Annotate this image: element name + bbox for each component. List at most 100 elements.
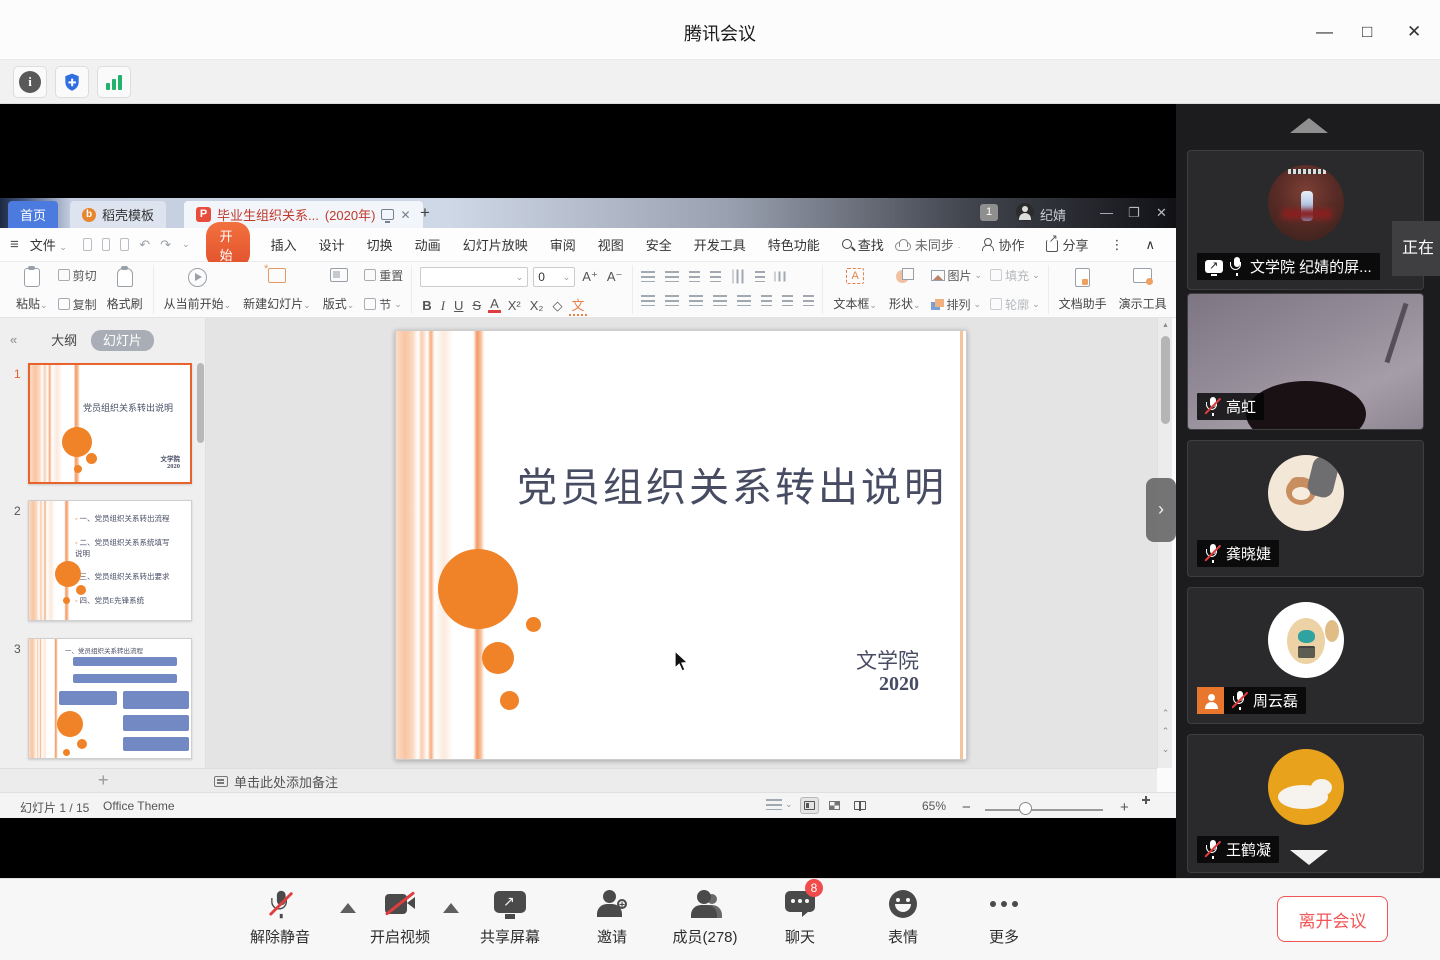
view-reading-button[interactable] (850, 797, 869, 814)
slide-thumbnail-1[interactable]: 党员组织关系转出说明 文学院 2020 (28, 363, 192, 484)
scroll-participants-up-icon[interactable] (1290, 118, 1328, 133)
zoom-level[interactable]: 65% (922, 799, 946, 813)
ribbon-tab-design[interactable]: 设计 (319, 235, 345, 254)
line-spacing-icon[interactable] (761, 295, 772, 306)
share-screen-button[interactable]: ↗ 共享屏幕 (455, 887, 565, 947)
ribbon-tab-features[interactable]: 特色功能 (768, 235, 820, 254)
distribute-icon[interactable] (737, 295, 751, 306)
align-text-icon[interactable] (775, 272, 786, 282)
leave-meeting-button[interactable]: 离开会议 (1277, 896, 1388, 942)
save-icon[interactable] (83, 238, 92, 251)
chat-button[interactable]: 8 聊天 (745, 887, 855, 947)
grow-font-button[interactable]: A⁺ (580, 269, 600, 285)
slide-scrollbar[interactable]: ▲ ⌃ ⌃ ⌄ (1157, 318, 1172, 768)
cut-button[interactable]: 剪切 (58, 267, 97, 284)
superscript-button[interactable]: X² (506, 298, 523, 313)
italic-button[interactable]: I (439, 298, 447, 314)
underline-button[interactable]: U (452, 298, 465, 313)
wps-minimize-icon[interactable]: — (1100, 205, 1113, 220)
tab-outline[interactable]: 大纲 (51, 333, 77, 348)
pinyin-guide-button[interactable]: 文 (569, 295, 586, 316)
meeting-info-button[interactable]: i (13, 66, 47, 98)
bold-button[interactable]: B (420, 298, 433, 313)
network-quality-button[interactable] (97, 66, 131, 98)
file-menu[interactable]: 文件 ⌄ (30, 235, 67, 254)
wps-tab-home[interactable]: 首页 (8, 201, 58, 228)
shrink-font-button[interactable]: A⁻ (605, 269, 625, 285)
strikethrough-button[interactable]: S (470, 298, 483, 313)
copy-button[interactable]: 复制 (58, 296, 97, 313)
notes-toggle-button[interactable]: ⌄ (766, 799, 793, 810)
view-sorter-button[interactable] (825, 797, 844, 814)
sync-status[interactable]: 未同步 · (895, 235, 961, 254)
section-button[interactable]: 节⌄ (364, 296, 403, 313)
add-slide-icon[interactable]: + (98, 770, 109, 791)
fill-button[interactable]: 填充⌄ (990, 267, 1040, 284)
sidebar-expand-handle[interactable]: › (1146, 478, 1176, 542)
layout-button[interactable]: 版式⌄ (321, 266, 357, 314)
participant-tile[interactable]: 龚晓婕 (1187, 440, 1424, 577)
security-button[interactable] (55, 66, 89, 98)
font-size-select[interactable]: 0⌄ (533, 267, 575, 287)
minimize-icon[interactable]: — (1316, 22, 1333, 42)
zoom-slider[interactable] (985, 809, 1103, 811)
subscript-button[interactable]: X₂ (528, 298, 546, 313)
view-normal-button[interactable] (800, 797, 819, 814)
unmute-button[interactable]: 解除静音 (225, 887, 335, 947)
zoom-slider-knob[interactable] (1019, 802, 1032, 815)
undo-icon[interactable]: ↶ (139, 237, 150, 253)
prev-slide-icon[interactable]: ⌃ (1158, 708, 1173, 719)
scroll-participants-down-icon[interactable] (1290, 850, 1328, 865)
emoji-button[interactable]: 表情 (848, 887, 958, 947)
notes-placeholder[interactable]: 单击此处添加备注 (214, 772, 338, 791)
numbering-options-icon[interactable] (803, 295, 814, 306)
collapse-ribbon-icon[interactable]: ∧ (1145, 237, 1155, 253)
wps-restore-icon[interactable]: ❐ (1128, 205, 1140, 221)
zoom-in-icon[interactable]: + (1120, 799, 1129, 816)
tab-slides[interactable]: 幻灯片 (91, 330, 154, 351)
redo-icon[interactable]: ↷ (160, 237, 171, 253)
text-direction-icon[interactable] (733, 270, 744, 284)
close-icon[interactable]: ✕ (1407, 22, 1421, 42)
paste-button[interactable]: 粘贴⌄ (14, 266, 50, 314)
ribbon-tab-review[interactable]: 审阅 (550, 235, 576, 254)
scrollbar-thumb[interactable] (1161, 336, 1170, 424)
columns-icon[interactable] (755, 271, 765, 282)
font-color-button[interactable]: A (488, 298, 501, 313)
slide-thumbnail-3[interactable]: 一、党员组织关系转出流程 (28, 638, 192, 759)
text-box-button[interactable]: A 文本框⌄ (831, 266, 879, 314)
ribbon-tab-start[interactable]: 开始 (206, 222, 250, 268)
hamburger-icon[interactable]: ≡ (10, 236, 19, 253)
ribbon-tab-slideshow[interactable]: 幻灯片放映 (463, 235, 528, 254)
align-right-icon[interactable] (689, 295, 703, 306)
ribbon-tab-transition[interactable]: 切换 (367, 235, 393, 254)
next-slide-icon[interactable]: ⌄ (1158, 744, 1173, 755)
play-from-current-button[interactable]: 从当前开始⌄ (162, 266, 234, 314)
ribbon-tab-devtools[interactable]: 开发工具 (694, 235, 746, 254)
align-left-icon[interactable] (641, 295, 655, 306)
tab-close-icon[interactable]: ✕ (400, 208, 410, 222)
zoom-out-icon[interactable]: − (962, 799, 971, 816)
toolbar-dropdown-icon[interactable]: ⌄ (182, 239, 190, 250)
numbered-list-icon[interactable] (665, 271, 679, 282)
font-family-select[interactable]: ⌄ (420, 267, 528, 287)
maximize-icon[interactable]: □ (1362, 22, 1372, 42)
format-painter-button[interactable]: 格式刷 (105, 266, 145, 314)
preview-icon[interactable] (120, 238, 129, 251)
ribbon-tab-animation[interactable]: 动画 (415, 235, 441, 254)
justify-icon[interactable] (713, 295, 727, 306)
current-slide[interactable]: 党员组织关系转出说明 文学院 2020 (395, 330, 967, 760)
picture-button[interactable]: 图片⌄ (931, 267, 983, 284)
panel-scrollbar[interactable] (197, 363, 204, 443)
collab-button[interactable]: 协作 (982, 235, 1024, 254)
share-button[interactable]: 分享 (1046, 235, 1088, 254)
increase-indent-icon[interactable] (710, 271, 721, 282)
para-spacing-icon[interactable] (782, 295, 793, 306)
participant-tile-host[interactable]: 周云磊 (1187, 587, 1424, 724)
bullet-list-icon[interactable] (641, 271, 655, 282)
more-button[interactable]: 更多 (949, 887, 1059, 947)
ribbon-tab-insert[interactable]: 插入 (271, 235, 297, 254)
clear-format-icon[interactable]: ◇ (550, 298, 564, 314)
present-tools-button[interactable]: 演示工具 (1117, 266, 1169, 314)
reset-button[interactable]: 重置 (364, 267, 403, 284)
